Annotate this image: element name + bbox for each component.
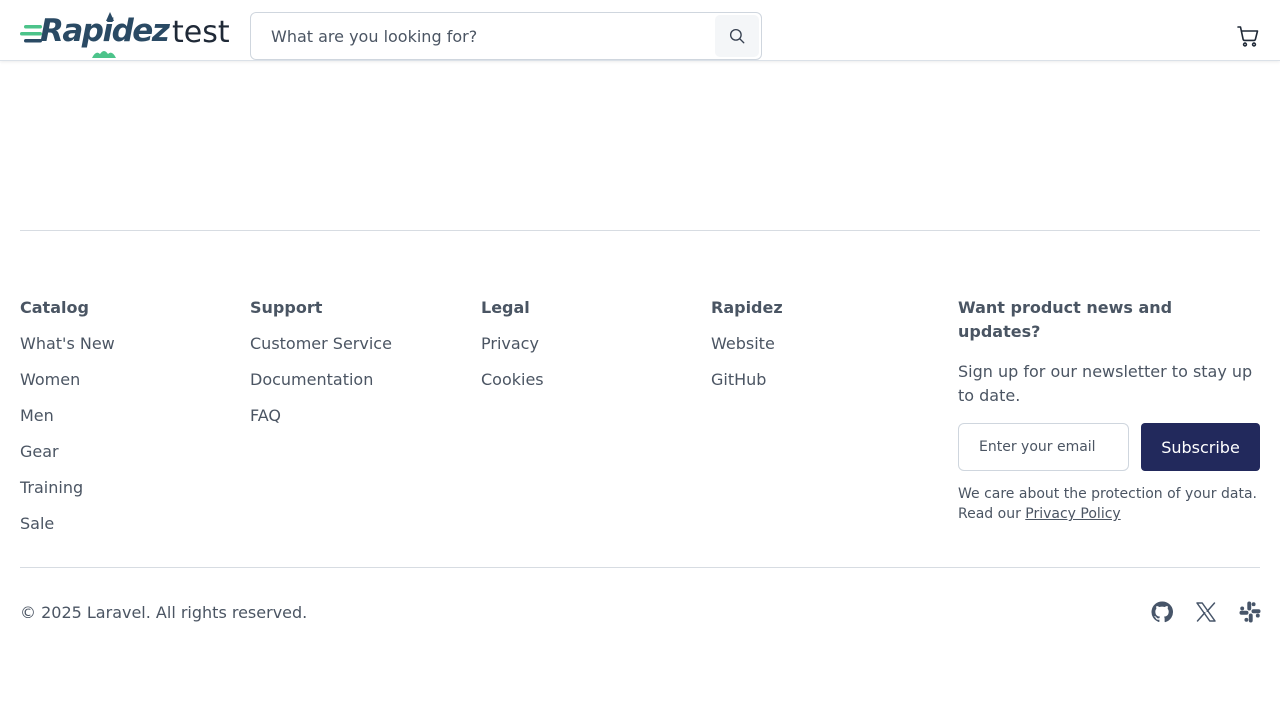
column-title: Catalog (20, 298, 89, 317)
search-button[interactable] (715, 15, 759, 57)
footer-column-catalog: Catalog What's New Women Men Gear Traini… (20, 297, 115, 549)
footer-link-sale[interactable]: Sale (20, 514, 54, 533)
footer-link-cookies[interactable]: Cookies (481, 370, 544, 389)
search-input[interactable] (251, 13, 711, 59)
newsletter-privacy-note: We care about the protection of your dat… (958, 484, 1268, 524)
footer-link-faq[interactable]: FAQ (250, 406, 281, 425)
search-bar (250, 12, 762, 60)
footer-link-documentation[interactable]: Documentation (250, 370, 373, 389)
footer-column-support: Support Customer Service Documentation F… (250, 297, 392, 441)
column-title: Support (250, 298, 323, 317)
x-icon[interactable] (1194, 600, 1218, 624)
github-icon[interactable] (1150, 600, 1174, 624)
newsletter-form: Subscribe (958, 423, 1260, 471)
column-title: Legal (481, 298, 530, 317)
privacy-policy-link[interactable]: Privacy Policy (1025, 506, 1120, 522)
column-title: Rapidez (711, 298, 783, 317)
subscribe-button[interactable]: Subscribe (1141, 423, 1260, 471)
footer-column-rapidez: Rapidez Website GitHub (711, 297, 783, 405)
newsletter-title: Want product news and updates? (958, 298, 1173, 341)
copyright-text: © 2025 Laravel. All rights reserved. (20, 603, 308, 622)
footer-link-customer-service[interactable]: Customer Service (250, 334, 392, 353)
footer-link-whats-new[interactable]: What's New (20, 334, 115, 353)
footer-column-legal: Legal Privacy Cookies (481, 297, 544, 405)
footer-link-website[interactable]: Website (711, 334, 775, 353)
logo-wordmark: Rapidez (40, 13, 170, 49)
footer-bottom-divider (20, 567, 1260, 568)
footer-link-github[interactable]: GitHub (711, 370, 766, 389)
newsletter-email-input[interactable] (958, 423, 1129, 471)
footer-link-training[interactable]: Training (20, 478, 83, 497)
footer-link-privacy[interactable]: Privacy (481, 334, 539, 353)
footer-link-gear[interactable]: Gear (20, 442, 59, 461)
newsletter-section: Want product news and updates? Sign up f… (958, 296, 1260, 522)
site-header: Rapidez test (0, 0, 1280, 61)
shopping-cart-icon[interactable] (1236, 24, 1260, 48)
slack-icon[interactable] (1238, 600, 1262, 624)
footer-link-men[interactable]: Men (20, 406, 54, 425)
footer-top-divider (20, 230, 1260, 231)
footer-link-women[interactable]: Women (20, 370, 80, 389)
site-logo[interactable]: Rapidez test (20, 11, 235, 59)
search-icon (729, 28, 745, 44)
logo-suffix: test (172, 15, 230, 50)
newsletter-description: Sign up for our newsletter to stay up to… (958, 362, 1253, 405)
